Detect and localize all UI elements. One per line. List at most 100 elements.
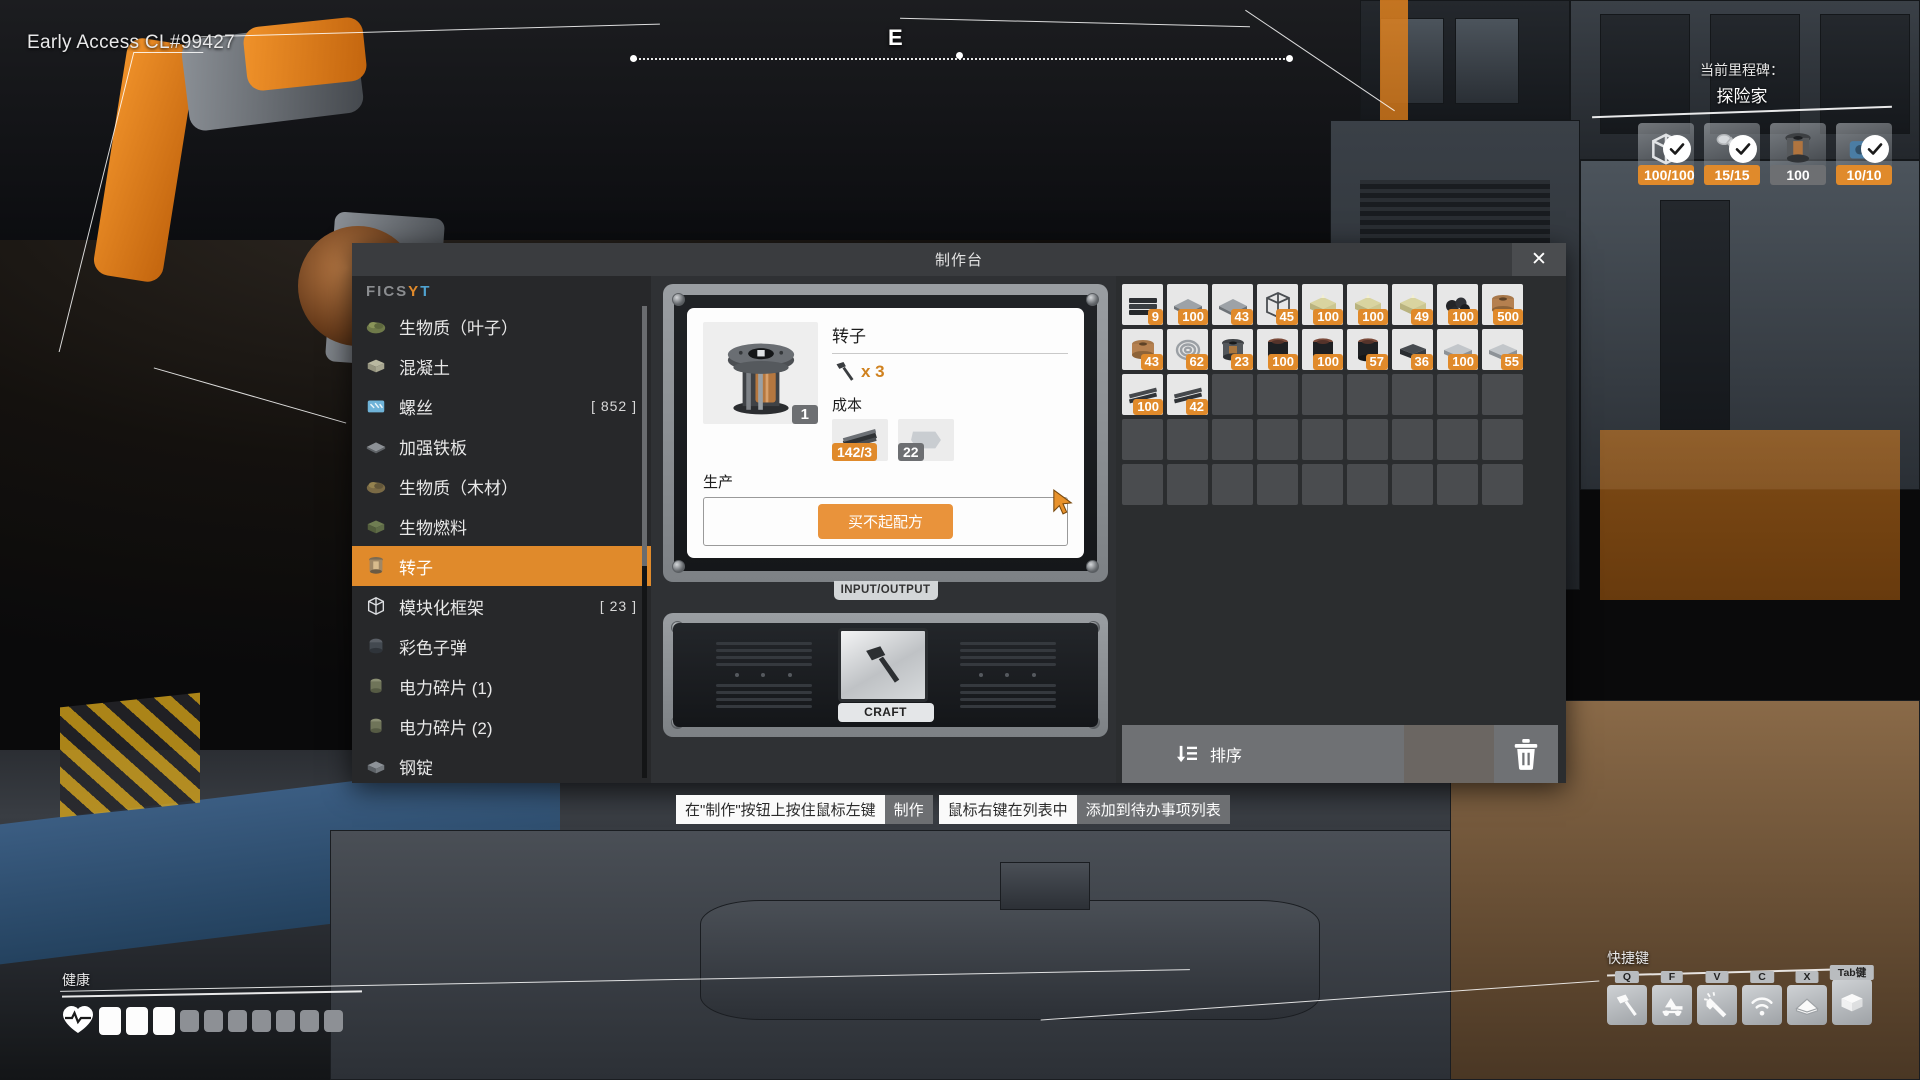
rotor-icon	[364, 554, 388, 578]
inventory-slot[interactable]: 100	[1122, 374, 1163, 415]
inventory-slot-empty[interactable]	[1347, 374, 1388, 415]
flashlight-icon[interactable]	[1697, 984, 1737, 1025]
scanner-icon[interactable]	[1742, 984, 1782, 1025]
inventory-slot-empty[interactable]	[1167, 464, 1208, 505]
inventory-slot-empty[interactable]	[1167, 419, 1208, 460]
inventory-slot-empty[interactable]	[1257, 419, 1298, 460]
scrollbar-thumb[interactable]	[642, 306, 647, 566]
recipe-list-item-biofuel[interactable]: 生物燃料	[352, 506, 651, 546]
inventory-slot-empty[interactable]	[1437, 374, 1478, 415]
hotkey-item-portable-miner[interactable]: X	[1787, 970, 1827, 1025]
health-pip	[204, 1010, 223, 1033]
inventory-slot[interactable]: 45	[1257, 284, 1298, 325]
hotkey-item-vehicle[interactable]: F	[1652, 970, 1692, 1025]
slot-count: 57	[1365, 354, 1388, 370]
trash-button[interactable]	[1494, 725, 1558, 783]
inventory-slot[interactable]: 100	[1437, 284, 1478, 325]
inventory-slot-empty[interactable]	[1302, 419, 1343, 460]
recipe-list-item-modular-frame[interactable]: 模块化框架 [ 23 ]	[352, 586, 651, 626]
inventory-slot-empty[interactable]	[1392, 374, 1433, 415]
inventory-slot-empty[interactable]	[1212, 464, 1253, 505]
recipe-list-item-screw[interactable]: 螺丝 [ 852 ]	[352, 386, 651, 426]
inventory-slot-empty[interactable]	[1482, 419, 1523, 460]
screw-decor-icon	[672, 293, 685, 306]
inventory-slot-empty[interactable]	[1482, 464, 1523, 505]
hotkey-item-flashlight[interactable]: V	[1697, 970, 1737, 1025]
inventory-slot[interactable]: 500	[1482, 284, 1523, 325]
inventory-slot[interactable]: 55	[1482, 329, 1523, 370]
inventory-slot-empty[interactable]	[1437, 464, 1478, 505]
inventory-slot[interactable]: 42	[1167, 374, 1208, 415]
recipe-list-item-power-shard-2[interactable]: 电力碎片 (2)	[352, 706, 651, 746]
cost-item-iron-rod[interactable]: 142/3	[832, 419, 888, 461]
inventory-slot[interactable]: 23	[1212, 329, 1253, 370]
recipe-list-item-reinforced-plate[interactable]: 加强铁板	[352, 426, 651, 466]
inventory-slot[interactable]: 43	[1122, 329, 1163, 370]
recipe-list[interactable]: FICSYT 生物质（叶子） 混凝土 螺丝 [ 852 ] 加强铁板 生物质（木…	[352, 276, 651, 783]
sort-button[interactable]: 排序	[1122, 725, 1404, 783]
inventory-slot-empty[interactable]	[1347, 464, 1388, 505]
rotor-product-image: 1	[703, 322, 818, 424]
inventory-slot-empty[interactable]	[1257, 464, 1298, 505]
hammer-icon[interactable]	[1607, 984, 1647, 1025]
recipe-list-item-power-shard-1[interactable]: 电力碎片 (1)	[352, 666, 651, 706]
craft-button[interactable]	[837, 628, 928, 702]
slot-count: 100	[1313, 309, 1343, 325]
production-button[interactable]: 买不起配方	[817, 504, 953, 539]
inventory-slot-empty[interactable]	[1212, 374, 1253, 415]
slot-count: 36	[1410, 354, 1433, 370]
inventory-slot-empty[interactable]	[1257, 374, 1298, 415]
milestone-name: 探险家	[1716, 87, 1768, 106]
inventory-slot[interactable]: 100	[1257, 329, 1298, 370]
recipe-list-item-rotor[interactable]: 转子	[352, 546, 651, 586]
player-inventory: 9 100 43 45 100 100 49 100 500 43 62 23 …	[1116, 276, 1566, 783]
inventory-grid[interactable]: 9 100 43 45 100 100 49 100 500 43 62 23 …	[1122, 284, 1558, 505]
inventory-slot-empty[interactable]	[1437, 419, 1478, 460]
recipe-list-item-concrete[interactable]: 混凝土	[352, 346, 651, 386]
inventory-slot[interactable]: 100	[1167, 284, 1208, 325]
health-pip	[153, 1007, 175, 1036]
close-icon[interactable]: ✕	[1512, 243, 1566, 276]
inventory-slot-empty[interactable]	[1347, 419, 1388, 460]
inventory-slot-empty[interactable]	[1212, 419, 1253, 460]
hotkey-item-hammer[interactable]: Q	[1607, 970, 1647, 1025]
slot-count: 9	[1147, 309, 1163, 325]
inventory-slot-empty[interactable]	[1302, 374, 1343, 415]
recipe-name: 彩色子弹	[399, 638, 467, 658]
inventory-slot-empty[interactable]	[1392, 464, 1433, 505]
recipe-list-item-biomass-leaves[interactable]: 生物质（叶子）	[352, 306, 651, 346]
cost-amount: 22	[898, 443, 924, 461]
hotkey-item-scanner[interactable]: C	[1742, 970, 1782, 1025]
portable-miner-icon[interactable]	[1787, 984, 1827, 1025]
inventory-slot[interactable]: 100	[1347, 284, 1388, 325]
inventory-slot[interactable]: 43	[1212, 284, 1253, 325]
input-output-tab[interactable]: INPUT/OUTPUT	[833, 581, 938, 600]
recipe-list-scrollbar[interactable]	[642, 306, 647, 778]
hotkey-key: F	[1660, 970, 1684, 983]
recipe-list-item-steel-ingot[interactable]: 钢锭	[352, 746, 651, 783]
recipe-name: 电力碎片 (2)	[399, 718, 493, 738]
recipe-list-item-color-cartridge[interactable]: 彩色子弹	[352, 626, 651, 666]
inventory-slot[interactable]: 36	[1392, 329, 1433, 370]
cost-label: 成本	[832, 397, 863, 414]
inventory-slot[interactable]: 100	[1302, 329, 1343, 370]
inventory-slot[interactable]: 49	[1392, 284, 1433, 325]
inventory-slot[interactable]: 100	[1302, 284, 1343, 325]
inventory-slot-empty[interactable]	[1482, 374, 1523, 415]
inventory-slot[interactable]: 62	[1167, 329, 1208, 370]
vehicle-icon[interactable]	[1652, 984, 1692, 1025]
inventory-slot-empty[interactable]	[1302, 464, 1343, 505]
inventory-slot-empty[interactable]	[1392, 419, 1433, 460]
inventory-slot[interactable]: 100	[1437, 329, 1478, 370]
inventory-box-icon[interactable]	[1832, 978, 1872, 1025]
power-shard-icon	[364, 674, 388, 698]
recipe-list-item-biomass-wood[interactable]: 生物质（木材）	[352, 466, 651, 506]
cost-item-screw[interactable]: 22	[898, 419, 954, 461]
inventory-slot[interactable]: 57	[1347, 329, 1388, 370]
hud-dot	[630, 55, 637, 62]
biofuel-icon	[364, 514, 388, 538]
inventory-slot-empty[interactable]	[1122, 419, 1163, 460]
inventory-slot[interactable]: 9	[1122, 284, 1163, 325]
inventory-slot-empty[interactable]	[1122, 464, 1163, 505]
hotkey-item-inventory[interactable]: Tab键	[1829, 964, 1875, 1025]
